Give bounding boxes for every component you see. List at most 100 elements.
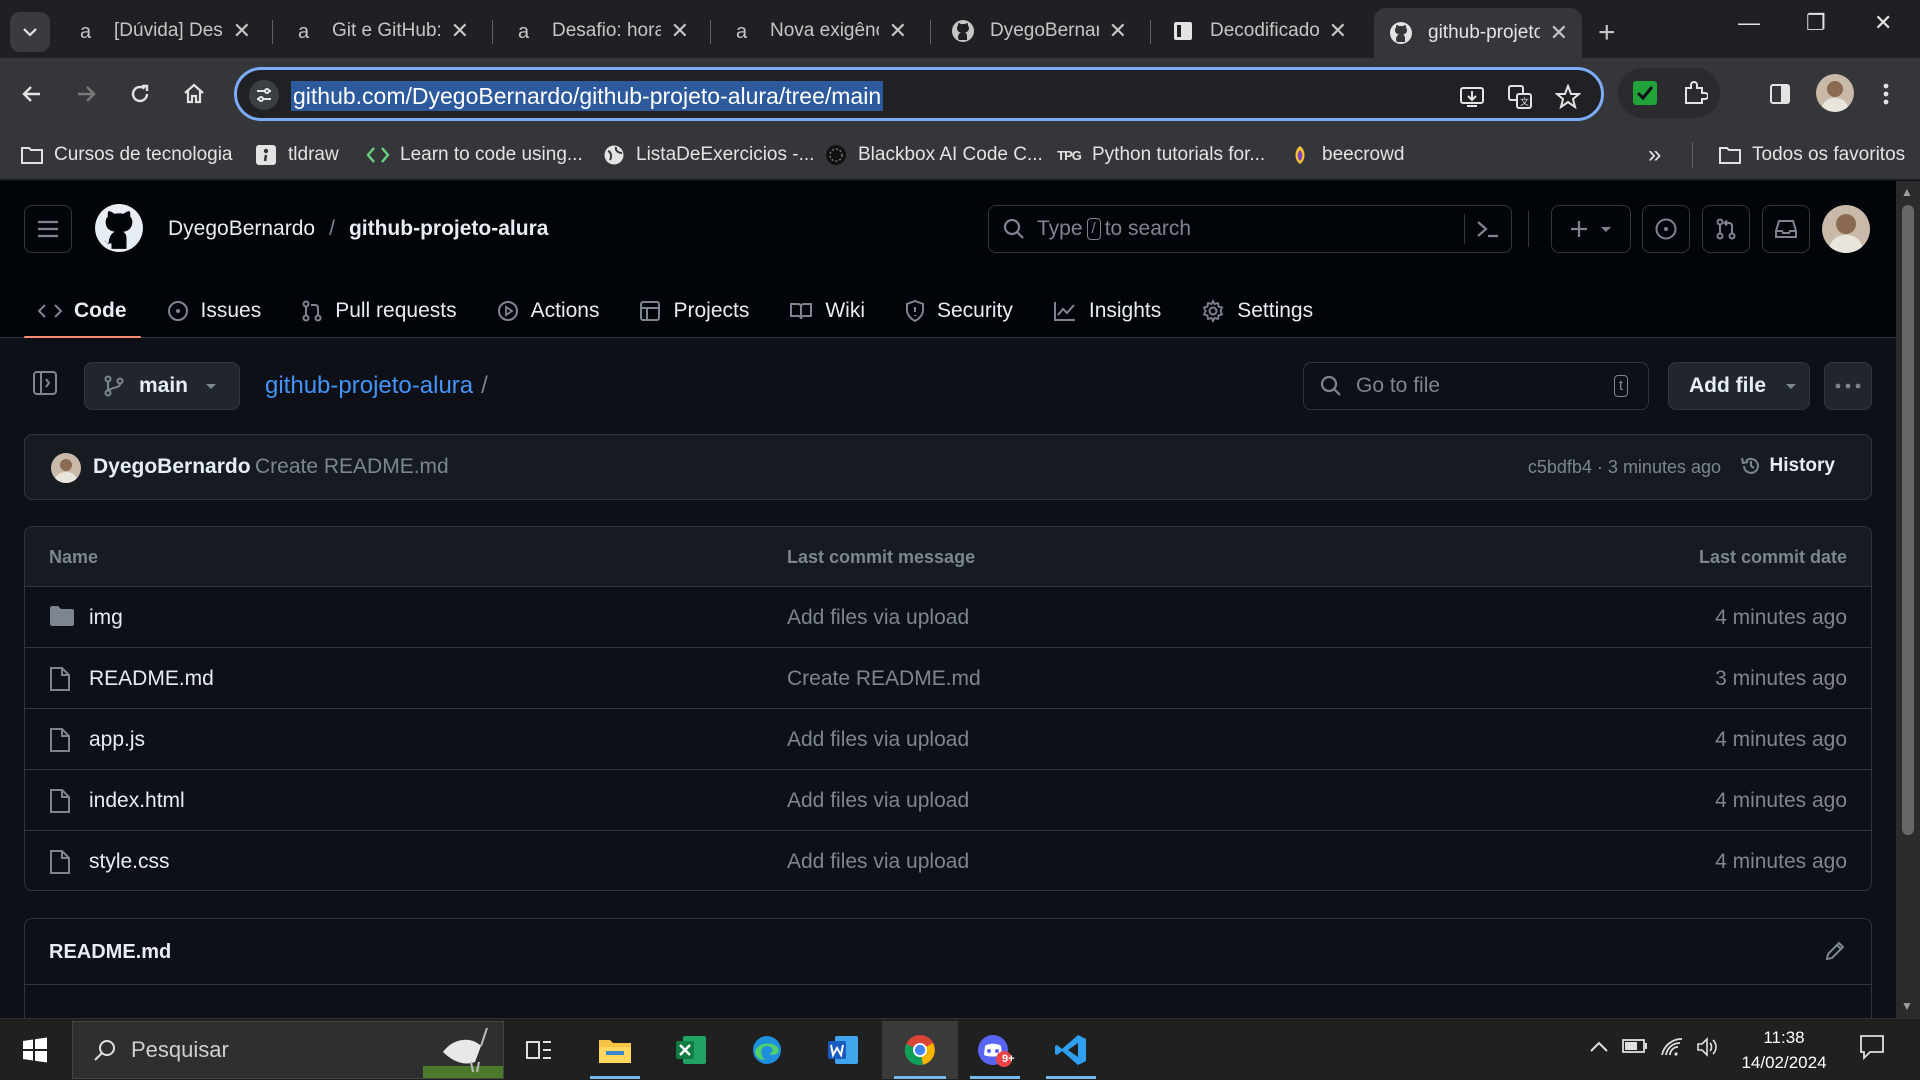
file-commit-message[interactable]: Add files via upload	[787, 850, 969, 874]
scroll-up-icon[interactable]: ▲	[1901, 185, 1913, 199]
discord-app[interactable]: 9+	[958, 1021, 1032, 1079]
readme-title[interactable]: README.md	[49, 941, 171, 964]
tab-projects[interactable]: Projects	[625, 284, 763, 338]
table-row[interactable]: style.css Add files via upload 4 minutes…	[25, 831, 1871, 890]
close-tab-icon[interactable]: ✕	[889, 18, 907, 44]
tab-wiki[interactable]: Wiki	[775, 284, 879, 338]
pencil-edit-icon[interactable]	[1823, 939, 1847, 968]
system-clock[interactable]: 11:38 14/02/2024	[1736, 1025, 1832, 1075]
browser-tab[interactable]: a Nova exigênci ✕	[716, 8, 921, 54]
restore-button[interactable]: ❐	[1806, 10, 1826, 36]
side-panel-button[interactable]	[1762, 76, 1798, 112]
install-app-icon[interactable]	[1457, 82, 1487, 112]
file-commit-message[interactable]: Add files via upload	[787, 789, 969, 813]
hamburger-menu-button[interactable]	[24, 205, 72, 253]
bookmarks-overflow-button[interactable]: »	[1648, 140, 1661, 170]
puzzle-extensions-icon[interactable]	[1682, 80, 1709, 111]
tab-pull-requests[interactable]: Pull requests	[287, 284, 470, 338]
checkmark-extension-icon[interactable]	[1632, 80, 1658, 111]
close-window-button[interactable]: ✕	[1874, 10, 1892, 36]
tab-search-button[interactable]	[10, 12, 50, 52]
command-palette-icon[interactable]	[1475, 217, 1501, 247]
close-tab-icon[interactable]: ✕	[1550, 20, 1568, 46]
page-scrollbar[interactable]: ▲ ▼	[1896, 181, 1920, 1018]
repo-name-link[interactable]: github-projeto-alura	[349, 217, 548, 241]
go-to-file-input[interactable]: Go to file t	[1303, 362, 1649, 410]
back-button[interactable]	[14, 76, 50, 112]
minimize-button[interactable]: —	[1738, 10, 1760, 36]
scrollbar-thumb[interactable]	[1902, 205, 1914, 835]
inbox-button[interactable]	[1762, 205, 1810, 253]
add-file-button[interactable]: Add file	[1668, 362, 1810, 410]
bookmark-item[interactable]: ListaDeExercicios -...	[602, 140, 814, 170]
translate-icon[interactable]: 文	[1505, 82, 1535, 112]
notification-center-button[interactable]	[1858, 1033, 1886, 1067]
repo-owner-link[interactable]: DyegoBernardo	[168, 217, 315, 241]
history-button[interactable]: History	[1740, 455, 1835, 477]
repo-root-link[interactable]: github-projeto-alura	[265, 372, 473, 399]
pull-requests-button[interactable]	[1702, 205, 1750, 253]
github-logo-icon[interactable]	[94, 203, 144, 258]
file-name-link[interactable]: app.js	[89, 728, 145, 752]
chrome-menu-button[interactable]	[1868, 76, 1904, 112]
address-bar[interactable]: github.com/DyegoBernardo/github-projeto-…	[234, 67, 1604, 121]
github-search-input[interactable]: Type / to search	[988, 205, 1512, 253]
bookmark-item[interactable]: Learn to code using...	[366, 140, 583, 170]
more-options-button[interactable]	[1824, 362, 1872, 410]
file-name-link[interactable]: README.md	[89, 667, 214, 691]
all-bookmarks-folder[interactable]: Todos os favoritos	[1718, 140, 1905, 170]
close-tab-icon[interactable]: ✕	[233, 18, 251, 44]
table-row[interactable]: index.html Add files via upload 4 minute…	[25, 770, 1871, 831]
task-view-button[interactable]	[502, 1021, 576, 1079]
browser-tab[interactable]: a [Dúvida] Desa ✕	[60, 8, 265, 54]
bookmark-item[interactable]: tldraw	[254, 140, 339, 170]
tab-security[interactable]: Security	[891, 284, 1027, 338]
forward-button[interactable]	[68, 76, 104, 112]
file-name-link[interactable]: index.html	[89, 789, 185, 813]
file-commit-message[interactable]: Add files via upload	[787, 728, 969, 752]
browser-tab[interactable]: DyegoBernardo ✕	[936, 8, 1141, 54]
table-row[interactable]: img Add files via upload 4 minutes ago	[25, 587, 1871, 648]
wifi-icon[interactable]	[1660, 1037, 1684, 1063]
battery-icon[interactable]	[1622, 1037, 1648, 1060]
bookmark-item[interactable]: Blackbox AI Code C...	[824, 140, 1043, 170]
volume-icon[interactable]	[1696, 1037, 1720, 1063]
chrome-app[interactable]	[882, 1021, 958, 1079]
tab-code[interactable]: Code	[24, 284, 141, 339]
close-tab-icon[interactable]: ✕	[671, 18, 689, 44]
edge-app[interactable]	[730, 1021, 804, 1079]
file-explorer-app[interactable]	[578, 1021, 652, 1079]
close-tab-icon[interactable]: ✕	[1329, 18, 1347, 44]
bookmark-item[interactable]: Cursos de tecnologia	[20, 140, 233, 170]
close-tab-icon[interactable]: ✕	[1109, 18, 1127, 44]
table-row[interactable]: app.js Add files via upload 4 minutes ag…	[25, 709, 1871, 770]
taskbar-search-box[interactable]: Pesquisar	[72, 1021, 504, 1079]
browser-tab[interactable]: a Git e GitHub: c ✕	[278, 8, 483, 54]
issues-button[interactable]	[1642, 205, 1690, 253]
browser-tab-active[interactable]: github-projeto ✕	[1374, 8, 1582, 58]
show-hidden-icons-button[interactable]	[1588, 1037, 1610, 1060]
tab-insights[interactable]: Insights	[1039, 284, 1175, 338]
browser-tab[interactable]: a Desafio: hora c ✕	[498, 8, 703, 54]
commit-author[interactable]: DyegoBernardo	[93, 455, 251, 479]
vscode-app[interactable]	[1034, 1021, 1108, 1079]
start-button[interactable]	[0, 1021, 70, 1079]
expand-file-tree-icon[interactable]	[32, 370, 58, 401]
scroll-down-icon[interactable]: ▼	[1901, 999, 1913, 1013]
word-app[interactable]	[806, 1021, 880, 1079]
bookmark-item[interactable]: TPG Python tutorials for...	[1056, 140, 1265, 170]
file-name-link[interactable]: img	[89, 606, 123, 630]
file-commit-message[interactable]: Add files via upload	[787, 606, 969, 630]
create-new-button[interactable]	[1551, 205, 1631, 253]
profile-avatar[interactable]	[1816, 74, 1854, 112]
user-avatar[interactable]	[1822, 205, 1870, 253]
bookmark-star-icon[interactable]	[1553, 82, 1583, 112]
reload-button[interactable]	[122, 76, 158, 112]
close-tab-icon[interactable]: ✕	[451, 18, 469, 44]
commit-author-avatar[interactable]	[51, 453, 81, 483]
browser-tab[interactable]: Decodificador ✕	[1156, 8, 1361, 54]
home-button[interactable]	[176, 76, 212, 112]
commit-sha-time[interactable]: c5bdfb4 · 3 minutes ago	[1528, 457, 1721, 478]
commit-message[interactable]: Create README.md	[255, 455, 449, 479]
bookmark-item[interactable]: beecrowd	[1288, 140, 1404, 170]
